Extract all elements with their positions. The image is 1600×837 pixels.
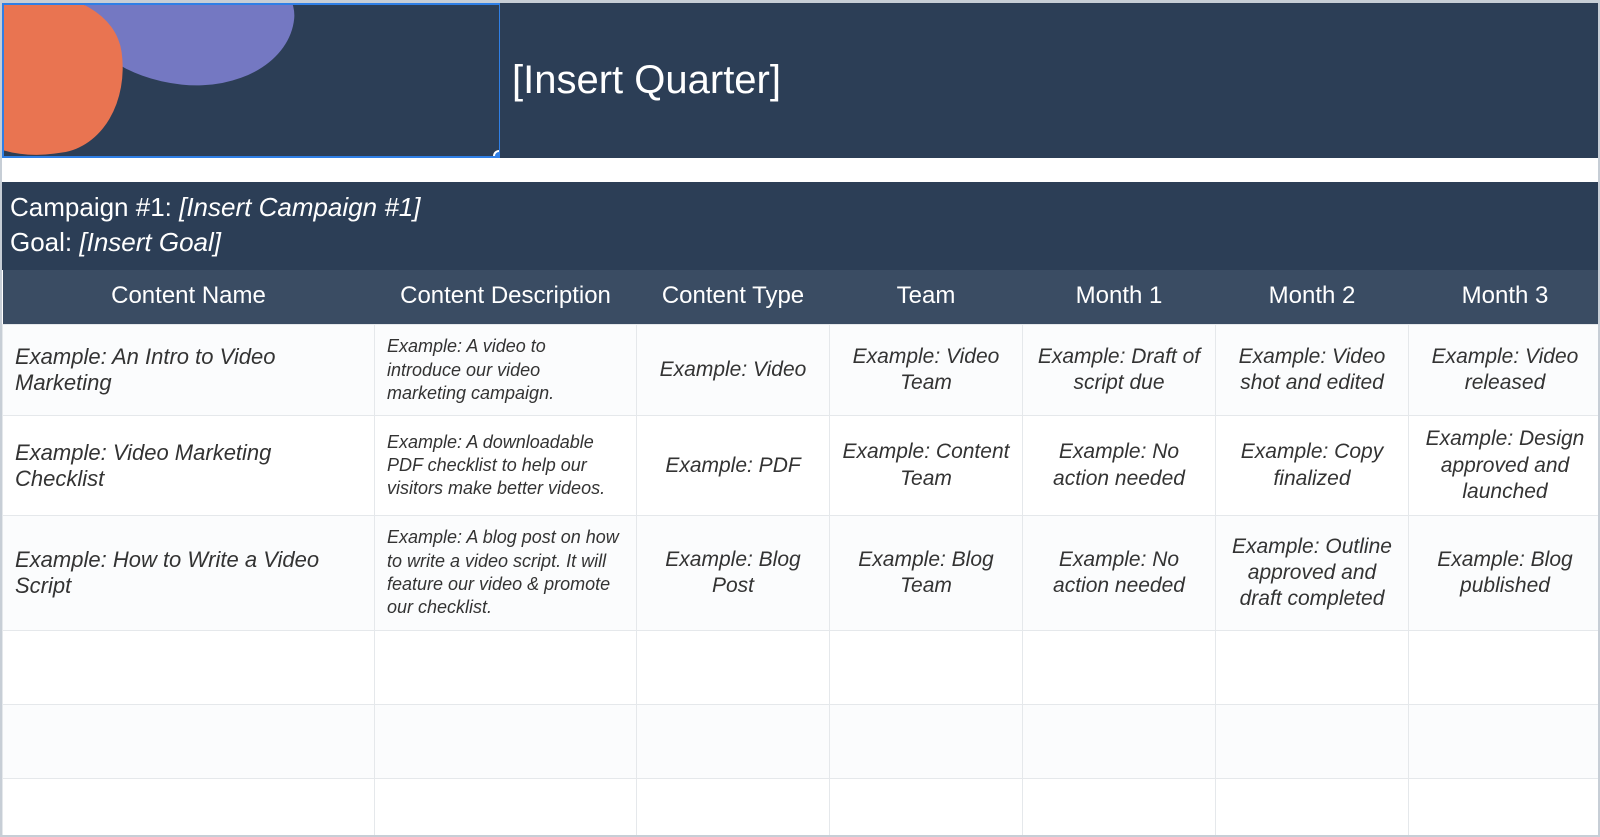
cell-team[interactable] xyxy=(830,630,1023,704)
header-row: [Insert Quarter] xyxy=(2,3,1598,158)
campaign-info-row[interactable]: Campaign #1: [Insert Campaign #1] Goal: … xyxy=(2,182,1598,270)
cell-month-2[interactable]: Example: Copy finalized xyxy=(1216,416,1409,516)
cell-content-name[interactable] xyxy=(3,704,375,778)
cell-month-3[interactable]: Example: Design approved and launched xyxy=(1409,416,1600,516)
goal-value: [Insert Goal] xyxy=(79,227,221,257)
col-content-description[interactable]: Content Description xyxy=(375,270,637,325)
cell-month-1[interactable]: Example: No action needed xyxy=(1023,416,1216,516)
cell-content-type[interactable]: Example: Blog Post xyxy=(637,516,830,631)
cell-content-type[interactable] xyxy=(637,778,830,837)
goal-label: Goal: xyxy=(10,227,79,257)
cell-content-type[interactable]: Example: PDF xyxy=(637,416,830,516)
cell-month-2[interactable] xyxy=(1216,630,1409,704)
table-row[interactable]: Example: How to Write a Video Script Exa… xyxy=(3,516,1600,631)
cell-content-desc[interactable]: Example: A blog post on how to write a v… xyxy=(375,516,637,631)
cell-month-2[interactable]: Example: Outline approved and draft comp… xyxy=(1216,516,1409,631)
campaign-label: Campaign #1: xyxy=(10,192,179,222)
cell-month-3[interactable] xyxy=(1409,704,1600,778)
cell-team[interactable] xyxy=(830,778,1023,837)
cell-content-desc[interactable] xyxy=(375,630,637,704)
cell-month-3[interactable]: Example: Blog published xyxy=(1409,516,1600,631)
cell-content-type[interactable] xyxy=(637,704,830,778)
cell-month-2[interactable] xyxy=(1216,704,1409,778)
col-content-type[interactable]: Content Type xyxy=(637,270,830,325)
cell-team[interactable]: Example: Blog Team xyxy=(830,516,1023,631)
cell-content-desc[interactable] xyxy=(375,778,637,837)
col-month-3[interactable]: Month 3 xyxy=(1409,270,1600,325)
cell-month-1[interactable]: Example: No action needed xyxy=(1023,516,1216,631)
table-row[interactable] xyxy=(3,704,1600,778)
cell-month-1[interactable] xyxy=(1023,704,1216,778)
cell-team[interactable]: Example: Video Team xyxy=(830,325,1023,416)
cell-month-1[interactable]: Example: Draft of script due xyxy=(1023,325,1216,416)
table-row[interactable] xyxy=(3,778,1600,837)
content-plan-table: Content Name Content Description Content… xyxy=(2,270,1600,837)
cell-content-name[interactable] xyxy=(3,630,375,704)
page-container: [Insert Quarter] Campaign #1: [Insert Ca… xyxy=(0,0,1600,837)
cell-month-1[interactable] xyxy=(1023,630,1216,704)
table-row[interactable]: Example: Video Marketing Checklist Examp… xyxy=(3,416,1600,516)
cell-content-type[interactable] xyxy=(637,630,830,704)
header-title: [Insert Quarter] xyxy=(512,58,781,103)
cell-content-type[interactable]: Example: Video xyxy=(637,325,830,416)
header-title-cell[interactable]: [Insert Quarter] xyxy=(500,3,1598,158)
cell-month-3[interactable]: Example: Video released xyxy=(1409,325,1600,416)
cell-month-1[interactable] xyxy=(1023,778,1216,837)
cell-team[interactable]: Example: Content Team xyxy=(830,416,1023,516)
cell-month-2[interactable]: Example: Video shot and edited xyxy=(1216,325,1409,416)
selection-handle-icon[interactable] xyxy=(493,150,500,158)
table-header-row: Content Name Content Description Content… xyxy=(3,270,1600,325)
cell-content-name[interactable] xyxy=(3,778,375,837)
campaign-value: [Insert Campaign #1] xyxy=(179,192,420,222)
cell-content-name[interactable]: Example: An Intro to Video Marketing xyxy=(3,325,375,416)
col-content-name[interactable]: Content Name xyxy=(3,270,375,325)
cell-month-3[interactable] xyxy=(1409,630,1600,704)
cell-content-desc[interactable]: Example: A video to introduce our video … xyxy=(375,325,637,416)
col-month-1[interactable]: Month 1 xyxy=(1023,270,1216,325)
cell-content-name[interactable]: Example: How to Write a Video Script xyxy=(3,516,375,631)
table-row[interactable] xyxy=(3,630,1600,704)
spacer-row xyxy=(2,158,1598,182)
cell-team[interactable] xyxy=(830,704,1023,778)
cell-content-desc[interactable] xyxy=(375,704,637,778)
table-row[interactable]: Example: An Intro to Video Marketing Exa… xyxy=(3,325,1600,416)
col-team[interactable]: Team xyxy=(830,270,1023,325)
cell-content-name[interactable]: Example: Video Marketing Checklist xyxy=(3,416,375,516)
cell-month-2[interactable] xyxy=(1216,778,1409,837)
header-art-cell-selected[interactable] xyxy=(2,3,500,158)
cell-month-3[interactable] xyxy=(1409,778,1600,837)
col-month-2[interactable]: Month 2 xyxy=(1216,270,1409,325)
cell-content-desc[interactable]: Example: A downloadable PDF checklist to… xyxy=(375,416,637,516)
